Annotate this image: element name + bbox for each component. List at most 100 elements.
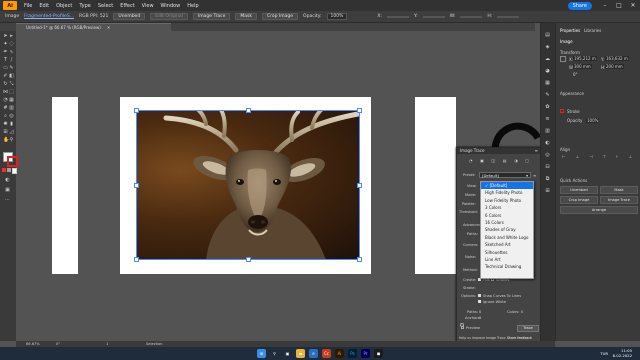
stroke-swatch[interactable] bbox=[560, 109, 564, 113]
shape-builder-tool-icon[interactable]: ◔ bbox=[3, 98, 8, 103]
menu-file[interactable]: File bbox=[24, 3, 32, 9]
app-icon[interactable]: ◼ bbox=[374, 349, 383, 358]
direct-selection-tool-icon[interactable]: ▸ bbox=[9, 34, 14, 39]
artboard-number[interactable]: 1 bbox=[106, 342, 108, 346]
stroke-swatch[interactable] bbox=[7, 156, 18, 167]
align-center-icon[interactable]: ⊥ bbox=[576, 154, 579, 159]
w-field[interactable] bbox=[460, 15, 483, 18]
type-tool-icon[interactable]: T bbox=[3, 58, 8, 63]
preset-option[interactable]: Line Art bbox=[481, 256, 533, 263]
menu-type[interactable]: Type bbox=[79, 3, 90, 9]
resize-handle[interactable] bbox=[246, 108, 251, 113]
symbol-sprayer-tool-icon[interactable]: ✺ bbox=[3, 122, 8, 127]
opacity-field[interactable]: 100% bbox=[586, 118, 600, 123]
align-middle-icon[interactable]: ⊦ bbox=[616, 154, 618, 159]
document-tab[interactable]: Untitled-1* @ 66.67 % (RGB/Preview) ✕ bbox=[16, 23, 171, 31]
resize-handle[interactable] bbox=[357, 183, 362, 188]
preset-option[interactable]: 6 Colors bbox=[481, 212, 533, 219]
y-field[interactable] bbox=[422, 15, 445, 18]
zoom-level[interactable]: 66.67% bbox=[26, 342, 40, 346]
preset-option[interactable]: Technical Drawing bbox=[481, 263, 533, 270]
preview-checkbox[interactable] bbox=[461, 326, 464, 329]
reference-point-icon[interactable] bbox=[560, 56, 566, 62]
file-explorer-icon[interactable]: ▬ bbox=[296, 349, 305, 358]
preset-select[interactable]: [Default] ▾ bbox=[479, 172, 531, 178]
pathfinder-panel-icon[interactable]: ⧉ bbox=[545, 177, 550, 182]
stroke-panel-icon[interactable]: ≡ bbox=[545, 117, 550, 122]
grayscale-icon[interactable]: ▤ bbox=[503, 158, 507, 164]
trace-button[interactable]: Trace bbox=[517, 325, 539, 332]
angle-field[interactable]: 0° bbox=[573, 72, 578, 77]
preset-option[interactable]: Silhouettes bbox=[481, 249, 533, 256]
blend-tool-icon[interactable]: ◎ bbox=[9, 114, 14, 119]
gradient-tool-icon[interactable]: ▥ bbox=[9, 106, 14, 111]
hand-tool-icon[interactable]: ✋ bbox=[3, 138, 9, 143]
preset-option[interactable]: High Fidelity Photo bbox=[481, 189, 533, 196]
align-bottom-icon[interactable]: ⊥ bbox=[629, 154, 632, 159]
preset-menu-icon[interactable]: ≡ bbox=[533, 173, 536, 178]
menu-help[interactable]: Help bbox=[187, 3, 198, 9]
swatches-panel-icon[interactable]: ▦ bbox=[545, 81, 550, 86]
free-transform-tool-icon[interactable]: ⬚ bbox=[9, 90, 14, 95]
gradient-panel-icon[interactable]: ▥ bbox=[545, 129, 550, 134]
h-field[interactable] bbox=[497, 15, 520, 18]
tab-properties[interactable]: Properties bbox=[560, 28, 580, 33]
edit-toolbar-icon[interactable]: ⋯ bbox=[5, 198, 10, 203]
crop-image-button[interactable]: Crop Image bbox=[262, 13, 299, 20]
curvature-tool-icon[interactable]: ∿ bbox=[9, 50, 14, 55]
line-tool-icon[interactable]: / bbox=[9, 58, 14, 63]
opacity-field[interactable]: 100% bbox=[326, 13, 348, 20]
artboards-panel-icon[interactable]: ⊞ bbox=[545, 189, 550, 194]
menu-view[interactable]: View bbox=[142, 3, 154, 9]
brushes-panel-icon[interactable]: ✎ bbox=[545, 93, 550, 98]
premiere-icon[interactable]: Pr bbox=[361, 349, 370, 358]
preset-option[interactable]: Shades of Gray bbox=[481, 226, 533, 233]
black-white-icon[interactable]: ◑ bbox=[514, 158, 518, 164]
resize-handle[interactable] bbox=[134, 108, 139, 113]
resize-handle[interactable] bbox=[134, 257, 139, 262]
menu-edit[interactable]: Edit bbox=[39, 3, 49, 9]
align-panel-icon[interactable]: ⊟ bbox=[545, 165, 550, 170]
selection-tool-icon[interactable]: ➤ bbox=[3, 34, 8, 39]
close-icon[interactable]: ✕ bbox=[626, 2, 640, 9]
pen-tool-icon[interactable]: ✒ bbox=[3, 50, 8, 55]
artboard-right[interactable] bbox=[415, 97, 456, 274]
low-color-icon[interactable]: ◫ bbox=[491, 158, 495, 164]
magic-wand-tool-icon[interactable]: ✦ bbox=[3, 42, 8, 47]
high-color-icon[interactable]: ▣ bbox=[480, 158, 484, 164]
snap-curves-checkbox[interactable] bbox=[478, 294, 481, 297]
system-clock[interactable]: 11:05 8.02.2022 bbox=[613, 348, 632, 358]
advanced-toggle[interactable]: Advanced bbox=[463, 223, 481, 227]
share-button[interactable]: Share bbox=[567, 1, 592, 10]
resize-handle[interactable] bbox=[134, 183, 139, 188]
color-panel-icon[interactable]: ◕ bbox=[545, 69, 550, 74]
properties-panel-icon[interactable]: ▤ bbox=[545, 33, 550, 38]
embed-button[interactable]: Unembed bbox=[113, 13, 146, 20]
minimize-icon[interactable]: – bbox=[598, 2, 612, 9]
symbols-panel-icon[interactable]: ✿ bbox=[545, 105, 550, 110]
artboard-tool-icon[interactable]: ⊞ bbox=[3, 130, 8, 135]
align-top-icon[interactable]: ⊤ bbox=[603, 154, 606, 159]
align-right-icon[interactable]: ⊣ bbox=[589, 154, 592, 159]
artboard-left[interactable] bbox=[52, 97, 78, 274]
outline-icon[interactable]: ▢ bbox=[525, 158, 529, 164]
ignore-white-checkbox[interactable] bbox=[478, 300, 481, 303]
image-trace-button[interactable]: Image Trace bbox=[600, 196, 638, 204]
color-mode-icon[interactable] bbox=[2, 168, 6, 172]
close-tab-icon[interactable]: ✕ bbox=[107, 25, 110, 30]
preset-option[interactable]: ✓ [Default] bbox=[481, 182, 533, 190]
draw-mode-icon[interactable]: ◐ bbox=[5, 178, 10, 183]
linked-file-name[interactable]: Fragmented-ProfileS... bbox=[24, 14, 74, 19]
windows-start-icon[interactable]: ⊞ bbox=[257, 349, 266, 358]
menu-effect[interactable]: Effect bbox=[120, 3, 134, 9]
task-view-icon[interactable]: ▣ bbox=[283, 349, 292, 358]
preset-option[interactable]: Sketched Art bbox=[481, 241, 533, 248]
w-field[interactable]: 300 mm bbox=[573, 64, 592, 69]
menu-window[interactable]: Window bbox=[161, 3, 181, 9]
resize-handle[interactable] bbox=[357, 257, 362, 262]
mask-button[interactable]: Mask bbox=[600, 186, 638, 194]
image-trace-button[interactable]: Image Trace bbox=[192, 13, 231, 20]
layers-panel-icon[interactable]: ◈ bbox=[545, 45, 550, 50]
menu-object[interactable]: Object bbox=[56, 3, 72, 9]
photoshop-icon[interactable]: Ps bbox=[348, 349, 357, 358]
